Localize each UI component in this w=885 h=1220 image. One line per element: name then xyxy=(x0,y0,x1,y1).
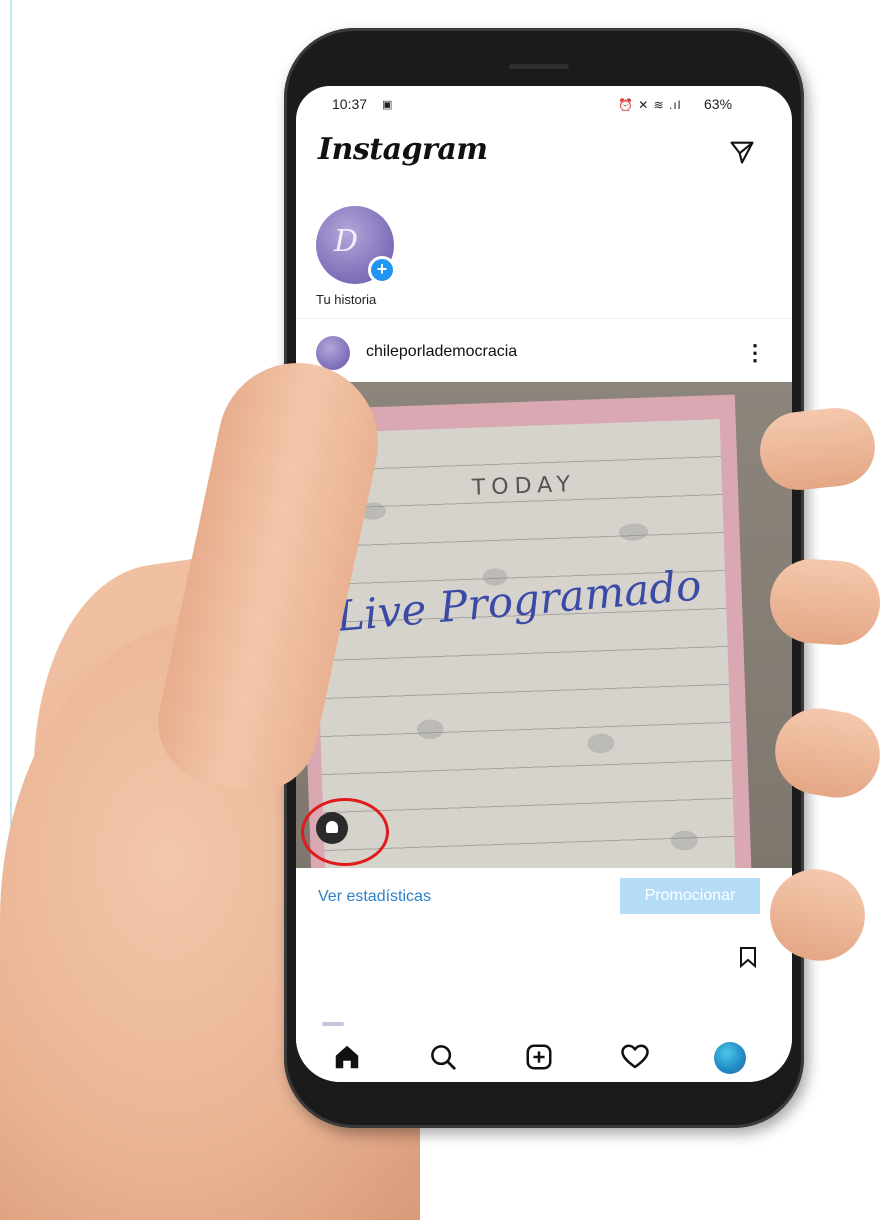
your-story[interactable]: D + Tu historia xyxy=(316,206,406,314)
post-actions-row: Ver estadísticas Promocionar xyxy=(296,876,792,916)
phone-speaker xyxy=(509,64,569,69)
more-options-icon[interactable]: ⋮ xyxy=(744,340,766,366)
post-header: chileporlademocracia ⋮ xyxy=(296,326,792,378)
gallery-notification-icon: ▣ xyxy=(382,99,393,111)
instagram-logo: Instagram xyxy=(318,132,488,167)
notebook-today-heading: TODAY xyxy=(471,472,577,501)
story-label: Tu historia xyxy=(316,292,377,307)
profile-avatar[interactable] xyxy=(714,1042,746,1074)
home-icon[interactable] xyxy=(332,1042,362,1072)
story-avatar-monogram: D xyxy=(334,224,359,259)
handwritten-text: Live Programado xyxy=(334,560,704,641)
app-header: Instagram xyxy=(296,126,792,182)
battery-level: 63% xyxy=(704,96,733,112)
view-stats-link[interactable]: Ver estadísticas xyxy=(318,888,431,906)
post-avatar[interactable] xyxy=(316,336,350,370)
status-time: 10:37 xyxy=(332,96,368,112)
add-story-icon[interactable]: + xyxy=(368,256,396,284)
next-post-avatar-edge xyxy=(322,1022,344,1026)
stories-divider xyxy=(296,318,792,319)
bookmark-icon[interactable] xyxy=(738,946,758,968)
post-username[interactable]: chileporlademocracia xyxy=(366,343,517,361)
add-post-icon[interactable] xyxy=(524,1042,554,1072)
red-highlight-circle xyxy=(301,798,389,866)
phone-screen: 10:37 ▣ ⏰ ✕ ≋ .ıl 63% Instagram D + Tu h… xyxy=(296,86,792,1082)
heart-icon[interactable] xyxy=(620,1042,650,1072)
search-icon[interactable] xyxy=(428,1042,458,1072)
send-icon[interactable] xyxy=(728,138,756,166)
promote-button[interactable]: Promocionar xyxy=(620,878,760,914)
notebook-page: TODAY Live Programado xyxy=(309,419,737,868)
status-bar: 10:37 ▣ ⏰ ✕ ≋ .ıl 63% xyxy=(296,86,792,122)
bottom-navigation xyxy=(296,1032,792,1082)
status-icons: ⏰ ✕ ≋ .ıl xyxy=(618,98,682,112)
